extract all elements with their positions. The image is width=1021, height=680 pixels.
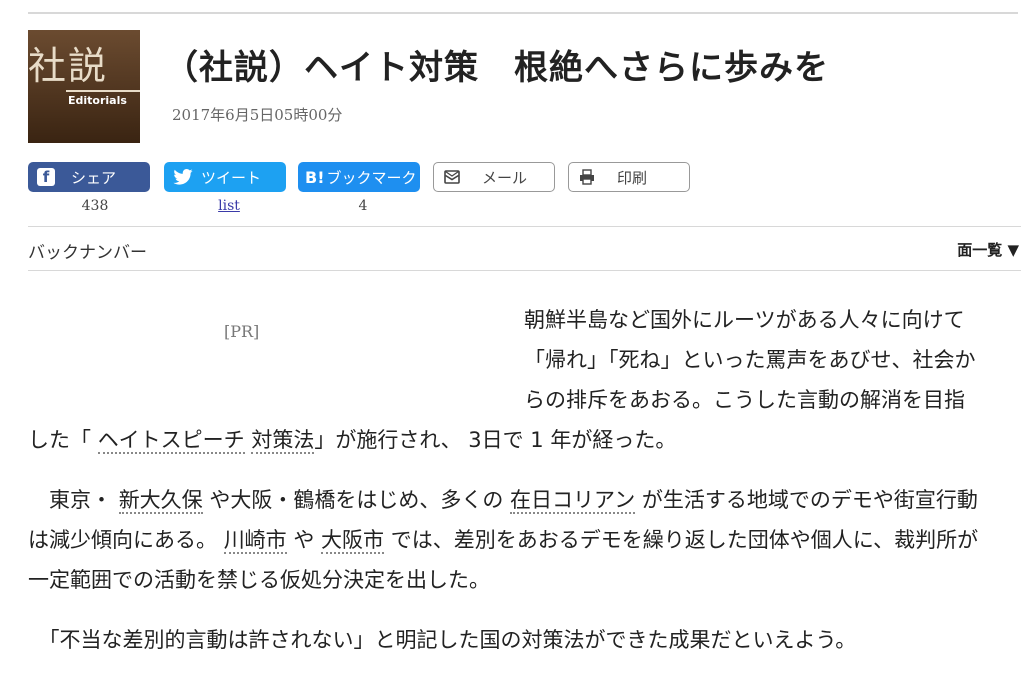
ad-slot: [PR] bbox=[28, 300, 508, 420]
editorials-logo: 社説 Editorials bbox=[28, 30, 140, 143]
divider bbox=[28, 270, 1021, 271]
logo-bar bbox=[66, 90, 140, 92]
keyword-zainichi-korean-link[interactable]: 在日コリアン bbox=[510, 488, 636, 514]
twitter-list-link[interactable]: list bbox=[168, 198, 290, 214]
printer-icon bbox=[579, 169, 595, 185]
article-body: [PR] 朝鮮半島など国外にルーツがある人々に向けて「帰れ」「死ね」といった罵声… bbox=[28, 300, 980, 680]
hatena-bookmark-icon: B! bbox=[305, 167, 325, 187]
hatena-bookmark-label: ブックマーク bbox=[326, 168, 417, 187]
twitter-tweet-button[interactable]: ツイート bbox=[164, 162, 286, 192]
twitter-tweet-label: ツイート bbox=[201, 168, 262, 187]
page-list-dropdown[interactable]: 面一覧 ▼ bbox=[957, 239, 1019, 260]
mail-label: メール bbox=[482, 168, 528, 187]
mail-envelope-icon bbox=[444, 170, 460, 184]
facebook-share-label: シェア bbox=[71, 168, 117, 187]
divider bbox=[28, 226, 1021, 227]
facebook-share-button[interactable]: f シェア bbox=[28, 162, 150, 192]
keyword-hate-speech-link[interactable]: ヘイトスピーチ bbox=[97, 428, 245, 454]
twitter-bird-icon bbox=[173, 169, 193, 185]
top-divider bbox=[28, 12, 1018, 14]
keyword-kawasaki-city-link[interactable]: 川崎市 bbox=[223, 528, 287, 554]
keyword-countermeasure-law-link[interactable]: 対策法 bbox=[251, 428, 315, 454]
keyword-shin-okubo-link[interactable]: 新大久保 bbox=[118, 488, 203, 514]
article-paragraph-3: 「不当な差別的言動は許されない」と明記した国の対策法ができた成果だといえよう。 bbox=[49, 628, 857, 652]
mail-button[interactable]: メール bbox=[433, 162, 555, 192]
keyword-osaka-city-link[interactable]: 大阪市 bbox=[321, 528, 385, 554]
hatena-bookmark-count: 4 bbox=[358, 198, 368, 214]
ad-label: [PR] bbox=[224, 322, 260, 341]
facebook-icon: f bbox=[37, 168, 55, 186]
publish-date: 2017年6月5日05時00分 bbox=[172, 106, 343, 124]
article-title: （社説）ヘイト対策 根絶へさらに歩みを bbox=[164, 48, 829, 88]
article-paragraph-2: 東京・ 新大久保 や大阪・鶴橋をはじめ、多くの 在日コリアン が生活する地域での… bbox=[28, 488, 979, 592]
logo-english: Editorials bbox=[68, 94, 127, 107]
logo-kanji: 社説 bbox=[28, 44, 109, 88]
facebook-share-count: 438 bbox=[81, 198, 109, 214]
print-label: 印刷 bbox=[617, 168, 648, 187]
back-number-link[interactable]: バックナンバー bbox=[28, 238, 147, 263]
hatena-bookmark-button[interactable]: B! ブックマーク bbox=[298, 162, 420, 192]
print-button[interactable]: 印刷 bbox=[568, 162, 690, 192]
